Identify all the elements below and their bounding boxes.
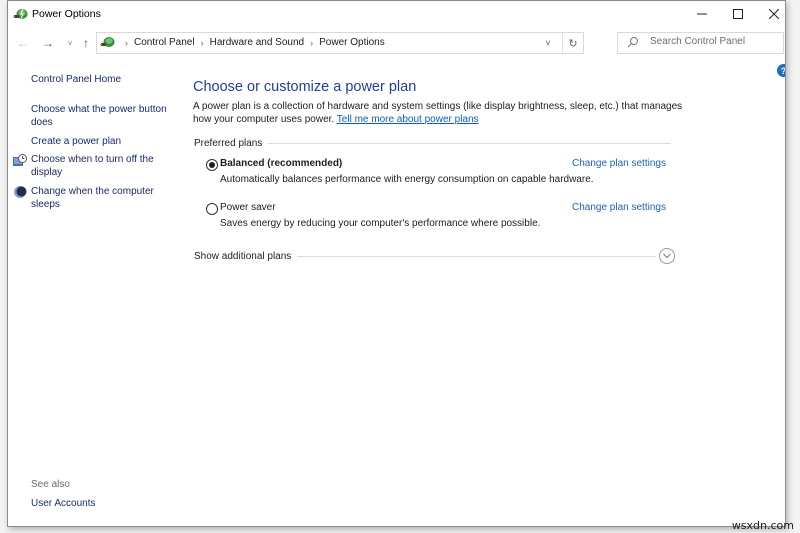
breadcrumb-control-panel[interactable]: Control Panel bbox=[134, 37, 195, 48]
close-button[interactable] bbox=[755, 1, 785, 27]
address-divider bbox=[562, 33, 563, 53]
computer-sleeps-link[interactable]: Change when the computer sleeps bbox=[31, 186, 176, 211]
turn-off-display-link[interactable]: Choose when to turn off the display bbox=[31, 154, 176, 179]
title-bar: Power Options bbox=[8, 1, 785, 27]
plan-description: Automatically balances performance with … bbox=[220, 174, 594, 185]
navigation-bar: ← → ˅ ↑ › Control Panel › Hardware and S… bbox=[8, 29, 785, 57]
breadcrumb-separator-icon[interactable]: › bbox=[310, 38, 313, 48]
recent-locations-button[interactable]: ˅ bbox=[62, 35, 78, 51]
up-button[interactable]: ↑ bbox=[78, 35, 94, 51]
breadcrumb-separator-icon[interactable]: › bbox=[201, 38, 204, 48]
search-icon bbox=[627, 37, 638, 48]
learn-more-link[interactable]: Tell me more about power plans bbox=[337, 114, 479, 125]
power-saver-radio[interactable] bbox=[206, 203, 218, 215]
change-plan-settings-link[interactable]: Change plan settings bbox=[572, 158, 666, 169]
plan-description: Saves energy by reducing your computer's… bbox=[220, 218, 541, 229]
forward-arrow-icon: → bbox=[42, 36, 54, 50]
up-arrow-icon: ↑ bbox=[83, 36, 89, 50]
preferred-plans-label: Preferred plans bbox=[194, 138, 269, 149]
refresh-icon: ↻ bbox=[568, 37, 578, 50]
chevron-down-icon: ˅ bbox=[67, 38, 73, 48]
create-power-plan-link[interactable]: Create a power plan bbox=[31, 136, 176, 149]
close-icon bbox=[769, 9, 779, 19]
page-title: Choose or customize a power plan bbox=[193, 79, 417, 95]
help-icon[interactable]: ? bbox=[777, 64, 785, 77]
minimize-button[interactable] bbox=[683, 1, 721, 27]
search-input[interactable] bbox=[650, 36, 778, 47]
refresh-button[interactable]: ↻ bbox=[565, 35, 581, 51]
chevron-down-icon bbox=[663, 253, 671, 259]
plan-name[interactable]: Power saver bbox=[220, 202, 276, 213]
see-also-label: See also bbox=[31, 479, 70, 490]
moon-sleep-icon bbox=[14, 186, 27, 198]
power-options-app-icon bbox=[13, 8, 28, 20]
change-plan-settings-link[interactable]: Change plan settings bbox=[572, 202, 666, 213]
window-title: Power Options bbox=[32, 8, 101, 20]
minimize-icon bbox=[697, 13, 707, 15]
chevron-down-icon: ˅ bbox=[545, 38, 551, 48]
main-content: ? Choose or customize a power plan A pow… bbox=[192, 61, 785, 526]
address-dropdown-button[interactable]: ˅ bbox=[541, 36, 555, 50]
user-accounts-link[interactable]: User Accounts bbox=[31, 498, 176, 511]
back-button[interactable]: ← bbox=[15, 35, 31, 51]
maximize-button[interactable] bbox=[719, 1, 757, 27]
power-options-window: Power Options ← → ˅ ↑ › Control Panel › … bbox=[7, 0, 786, 527]
back-arrow-icon: ← bbox=[17, 36, 29, 50]
balanced-radio[interactable] bbox=[206, 159, 218, 171]
page-description: A power plan is a collection of hardware… bbox=[193, 101, 693, 126]
forward-button[interactable]: → bbox=[40, 35, 56, 51]
breadcrumb-hardware-and-sound[interactable]: Hardware and Sound bbox=[210, 37, 305, 48]
watermark: wsxdn.com bbox=[731, 519, 794, 532]
search-box[interactable] bbox=[617, 32, 784, 54]
breadcrumb-separator-icon[interactable]: › bbox=[125, 38, 128, 48]
maximize-icon bbox=[733, 9, 743, 19]
breadcrumb-power-options[interactable]: Power Options bbox=[319, 37, 385, 48]
expand-additional-plans-button[interactable] bbox=[659, 248, 675, 264]
left-task-pane: Control Panel Home Choose what the power… bbox=[8, 61, 186, 526]
power-options-location-icon bbox=[100, 37, 115, 47]
display-clock-icon bbox=[13, 154, 27, 166]
show-additional-plans-label[interactable]: Show additional plans bbox=[194, 251, 298, 262]
plan-name[interactable]: Balanced (recommended) bbox=[220, 158, 342, 169]
address-bar[interactable]: › Control Panel › Hardware and Sound › P… bbox=[96, 32, 584, 54]
breadcrumb: › Control Panel › Hardware and Sound › P… bbox=[119, 37, 385, 48]
control-panel-home-link[interactable]: Control Panel Home bbox=[31, 74, 176, 87]
power-button-link[interactable]: Choose what the power button does bbox=[31, 104, 176, 129]
